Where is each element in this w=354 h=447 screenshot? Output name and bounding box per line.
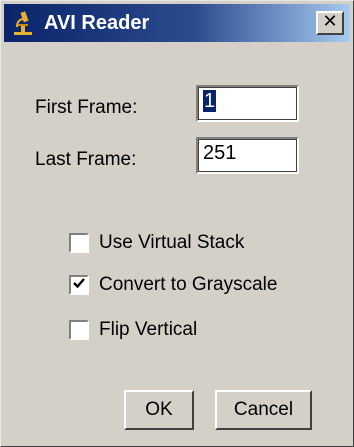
first-frame-value: 1: [203, 90, 217, 112]
window-title: AVI Reader: [44, 12, 150, 34]
use-virtual-stack-label: Use Virtual Stack: [99, 232, 245, 253]
cancel-button[interactable]: Cancel: [215, 390, 312, 430]
ok-button[interactable]: OK: [124, 390, 194, 430]
close-icon: ✕: [322, 11, 338, 32]
title-bar[interactable]: AVI Reader ✕: [4, 4, 350, 42]
first-frame-label: First Frame:: [35, 97, 138, 118]
convert-to-grayscale-label: Convert to Grayscale: [99, 274, 278, 295]
flip-vertical-label: Flip Vertical: [99, 319, 198, 340]
checkmark-icon: [73, 278, 85, 289]
last-frame-label: Last Frame:: [35, 149, 137, 170]
avi-reader-dialog: AVI Reader ✕ First Frame: 1 Last Frame: …: [0, 0, 354, 447]
first-frame-input[interactable]: 1: [196, 85, 299, 122]
microscope-icon: [14, 11, 32, 35]
last-frame-input[interactable]: 251: [196, 137, 299, 174]
convert-to-grayscale-checkbox[interactable]: [69, 275, 89, 295]
use-virtual-stack-checkbox[interactable]: [69, 233, 89, 253]
close-button[interactable]: ✕: [316, 11, 344, 35]
flip-vertical-checkbox[interactable]: [69, 320, 89, 340]
last-frame-value: 251: [203, 142, 237, 164]
